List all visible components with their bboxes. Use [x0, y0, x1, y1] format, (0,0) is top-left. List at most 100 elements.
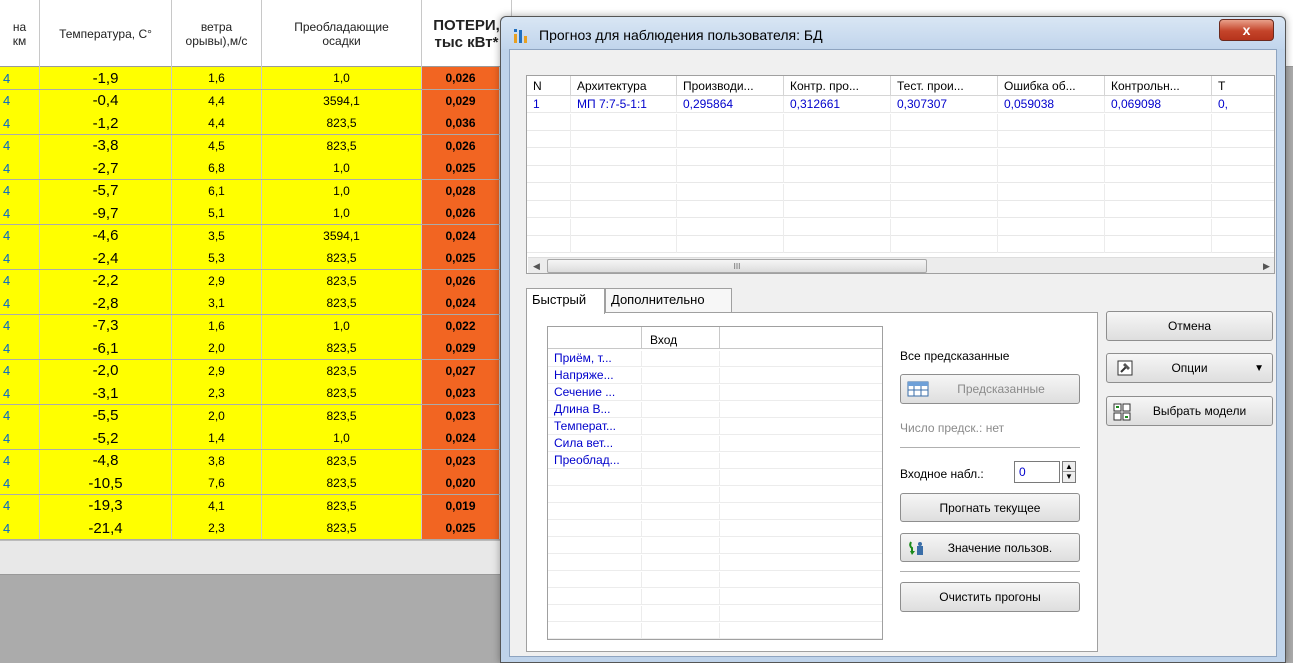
grid-cell[interactable] [1212, 166, 1274, 183]
grid-cell[interactable] [677, 201, 784, 218]
input-list-item[interactable] [548, 504, 882, 520]
cell-temperature[interactable]: -2,8 [40, 292, 172, 314]
cell-wind[interactable]: 4,5 [172, 134, 262, 157]
cell-wind[interactable]: 2,3 [172, 517, 262, 539]
input-list-item[interactable]: Температ... [548, 419, 882, 435]
input-list-item[interactable]: Приём, т... [548, 351, 882, 367]
cell-prefix[interactable]: 4 [0, 404, 40, 427]
grid-cell[interactable] [571, 148, 677, 166]
grid-cell[interactable] [527, 183, 571, 201]
grid-cell[interactable] [784, 236, 891, 253]
cell-precipitation[interactable]: 1,0 [262, 314, 422, 337]
clear-runs-button[interactable]: Очистить прогоны [900, 582, 1080, 612]
cell-losses[interactable]: 0,029 [422, 89, 500, 112]
scroll-left-arrow-icon[interactable]: ◀ [528, 258, 545, 273]
results-grid[interactable]: N Архитектура Производи... Контр. про... Тес… [526, 75, 1275, 274]
input-list-item-value[interactable] [642, 623, 720, 638]
cell-precipitation[interactable]: 823,5 [262, 134, 422, 157]
cell-precipitation[interactable]: 823,5 [262, 382, 422, 404]
grid-cell[interactable] [891, 131, 998, 148]
cell-precipitation[interactable]: 1,0 [262, 202, 422, 224]
grid-cell[interactable] [998, 218, 1105, 236]
grid-column-header[interactable]: Тест. прои... [891, 76, 998, 96]
grid-cell[interactable] [571, 166, 677, 183]
spreadsheet-row[interactable]: 4 -6,1 2,0 823,5 0,029 [0, 337, 510, 359]
grid-column-header[interactable]: Контр. про... [784, 76, 891, 96]
spreadsheet-row[interactable]: 4 -7,3 1,6 1,0 0,022 [0, 314, 510, 337]
grid-cell[interactable] [1105, 183, 1212, 201]
grid-cell[interactable] [677, 218, 784, 236]
cell-precipitation[interactable]: 1,0 [262, 427, 422, 449]
grid-row[interactable] [527, 131, 1274, 148]
grid-cell[interactable]: МП 7:7-5-1:1 [571, 96, 677, 113]
cell-prefix[interactable]: 4 [0, 224, 40, 247]
grid-cell[interactable] [1105, 166, 1212, 183]
grid-cell[interactable] [891, 201, 998, 218]
cell-wind[interactable]: 2,9 [172, 269, 262, 292]
cell-losses[interactable]: 0,026 [422, 67, 500, 89]
cell-temperature[interactable]: -19,3 [40, 494, 172, 517]
grid-cell[interactable] [571, 201, 677, 218]
spreadsheet-row[interactable]: 4 -2,8 3,1 823,5 0,024 [0, 292, 510, 314]
scroll-right-arrow-icon[interactable]: ▶ [1258, 258, 1274, 273]
cell-temperature[interactable]: -1,9 [40, 67, 172, 89]
cell-precipitation[interactable]: 1,0 [262, 157, 422, 179]
cell-prefix[interactable]: 4 [0, 382, 40, 404]
input-list-item-value[interactable] [642, 606, 720, 621]
cell-prefix[interactable]: 4 [0, 359, 40, 382]
input-list-item[interactable] [548, 521, 882, 537]
input-list-item-value[interactable] [642, 572, 720, 587]
choose-models-button[interactable]: Выбрать модели [1106, 396, 1273, 426]
cell-wind[interactable]: 4,4 [172, 89, 262, 112]
cell-prefix[interactable]: 4 [0, 517, 40, 539]
grid-cell[interactable] [998, 166, 1105, 183]
grid-cell[interactable] [1212, 184, 1274, 201]
dialog-titlebar[interactable]: Прогноз для наблюдения пользователя: БД … [501, 17, 1285, 49]
input-list-item-value[interactable] [642, 555, 720, 570]
spreadsheet-row[interactable]: 4 -21,4 2,3 823,5 0,025 [0, 517, 510, 539]
cell-losses[interactable]: 0,027 [422, 359, 500, 382]
input-list-item-value[interactable] [642, 436, 720, 451]
input-list-item-value[interactable] [642, 385, 720, 400]
grid-cell[interactable] [1105, 218, 1212, 236]
grid-cell[interactable] [1212, 114, 1274, 131]
grid-cell[interactable] [1212, 219, 1274, 236]
cell-precipitation[interactable]: 3594,1 [262, 224, 422, 247]
cell-temperature[interactable]: -1,2 [40, 112, 172, 134]
spreadsheet-row[interactable]: 4 -0,4 4,4 3594,1 0,029 [0, 89, 510, 112]
cell-precipitation[interactable]: 823,5 [262, 337, 422, 359]
grid-row[interactable] [527, 201, 1274, 218]
cell-wind[interactable]: 3,5 [172, 224, 262, 247]
cell-losses[interactable]: 0,024 [422, 292, 500, 314]
spreadsheet-row[interactable]: 4 -3,1 2,3 823,5 0,023 [0, 382, 510, 404]
results-grid-hscroll[interactable]: ◀ III ▶ [528, 257, 1274, 273]
input-list-item[interactable] [548, 487, 882, 503]
cell-losses[interactable]: 0,026 [422, 202, 500, 224]
grid-cell[interactable]: 0, [1212, 96, 1274, 113]
cell-wind[interactable]: 7,6 [172, 472, 262, 494]
predicted-button[interactable]: Предсказанные [900, 374, 1080, 404]
cell-losses[interactable]: 0,023 [422, 449, 500, 472]
grid-row[interactable] [527, 166, 1274, 183]
cell-temperature[interactable]: -5,2 [40, 427, 172, 449]
cell-wind[interactable]: 2,9 [172, 359, 262, 382]
grid-cell[interactable] [784, 218, 891, 236]
cell-prefix[interactable]: 4 [0, 89, 40, 112]
grid-cell[interactable] [1105, 236, 1212, 253]
cell-wind[interactable]: 1,6 [172, 314, 262, 337]
cell-wind[interactable]: 2,3 [172, 382, 262, 404]
grid-cell[interactable] [784, 131, 891, 148]
cell-losses[interactable]: 0,022 [422, 314, 500, 337]
cell-wind[interactable]: 5,1 [172, 202, 262, 224]
grid-cell[interactable] [1212, 149, 1274, 166]
cell-wind[interactable]: 2,0 [172, 404, 262, 427]
cell-temperature[interactable]: -2,0 [40, 359, 172, 382]
input-list-item[interactable] [548, 623, 882, 639]
grid-cell[interactable]: 0,059038 [998, 96, 1105, 113]
spreadsheet-row[interactable]: 4 -5,7 6,1 1,0 0,028 [0, 179, 510, 202]
grid-cell[interactable] [677, 166, 784, 183]
grid-cell[interactable] [1212, 131, 1274, 148]
cell-wind[interactable]: 4,1 [172, 494, 262, 517]
cell-prefix[interactable]: 4 [0, 314, 40, 337]
input-list-item-value[interactable] [642, 504, 720, 519]
